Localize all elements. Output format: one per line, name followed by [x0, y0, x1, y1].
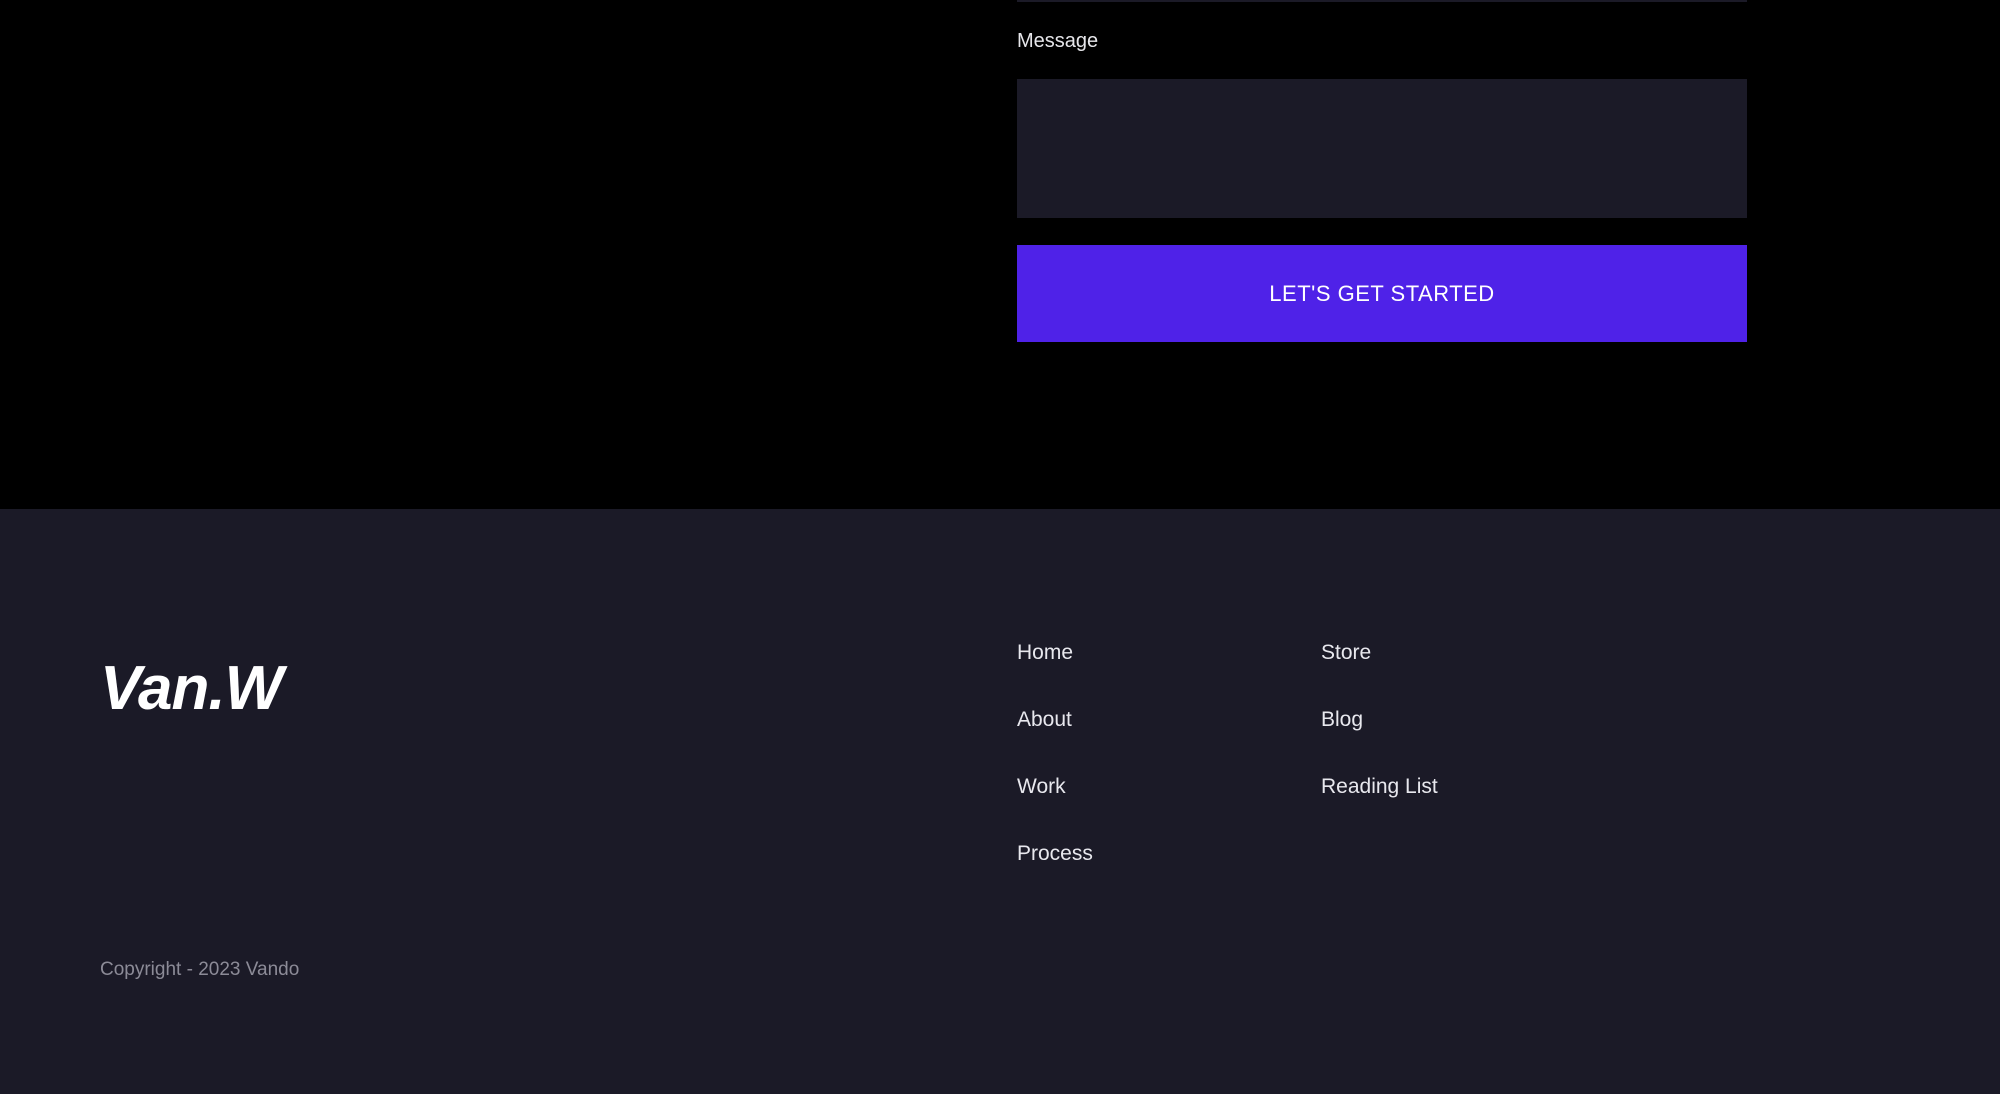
previous-input-field-edge[interactable] — [1017, 0, 1747, 2]
message-textarea[interactable] — [1017, 79, 1747, 218]
footer-logo[interactable]: Van.W — [100, 653, 283, 725]
page: Message LET'S GET STARTED Van.W Home Abo… — [0, 0, 2000, 1094]
copyright-text: Copyright - 2023 Vando — [100, 959, 300, 980]
site-footer: Van.W Home About Work Process Store Blog… — [0, 509, 2000, 1094]
contact-form-section: Message LET'S GET STARTED — [0, 0, 2000, 509]
lets-get-started-button[interactable]: LET'S GET STARTED — [1017, 245, 1747, 342]
footer-link-work[interactable]: Work — [1017, 774, 1093, 800]
footer-link-blog[interactable]: Blog — [1321, 707, 1438, 733]
message-label: Message — [1017, 30, 1099, 52]
footer-link-reading-list[interactable]: Reading List — [1321, 774, 1438, 800]
footer-link-store[interactable]: Store — [1321, 640, 1438, 666]
footer-nav-column-2: Store Blog Reading List — [1321, 640, 1438, 841]
footer-link-about[interactable]: About — [1017, 707, 1093, 733]
footer-nav-column-1: Home About Work Process — [1017, 640, 1093, 908]
footer-link-home[interactable]: Home — [1017, 640, 1093, 666]
footer-link-process[interactable]: Process — [1017, 841, 1093, 867]
